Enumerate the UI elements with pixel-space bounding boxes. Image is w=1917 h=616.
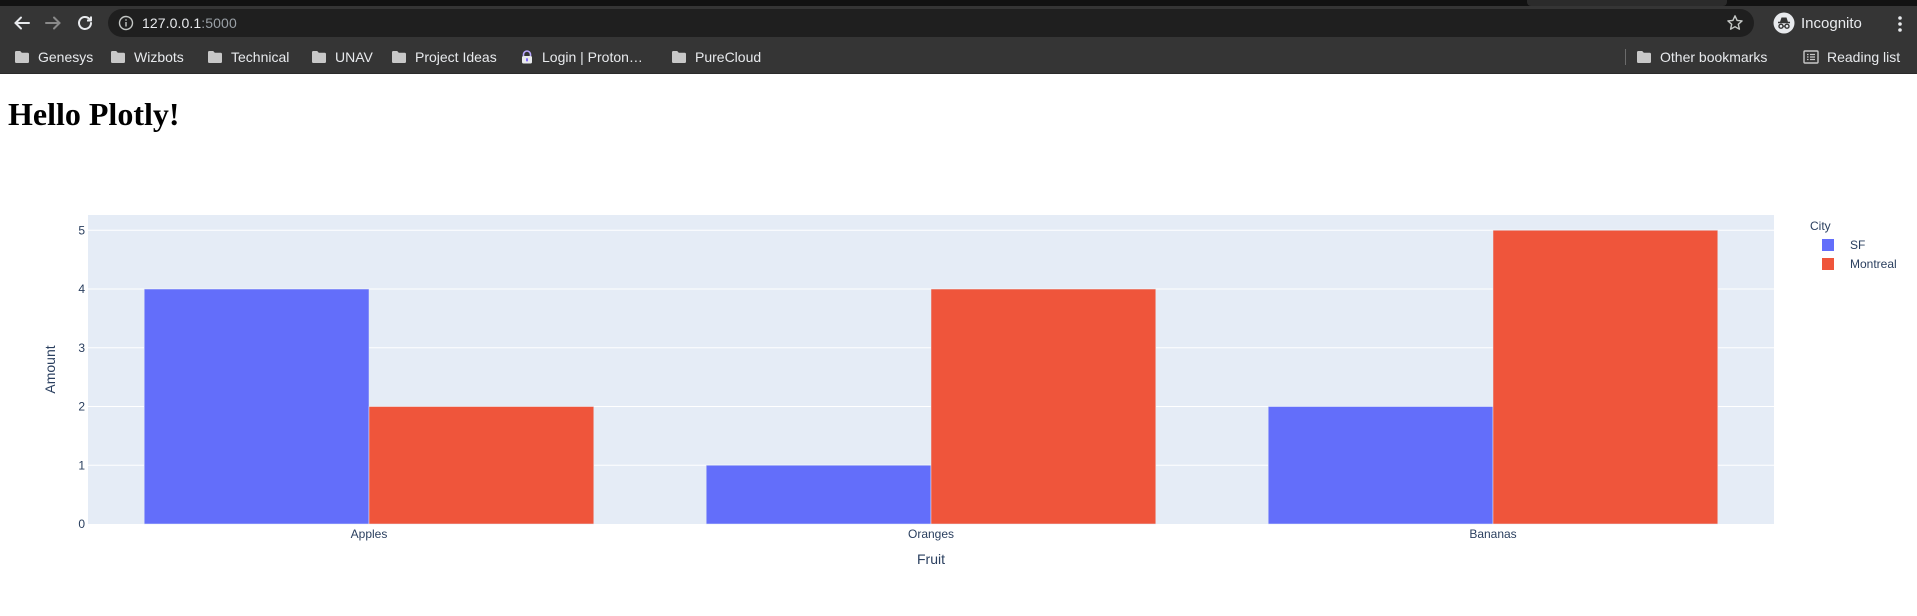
y-tick-label: 2: [78, 400, 85, 414]
bar-montreal-oranges[interactable]: [930, 288, 1157, 525]
bookmark-genesys[interactable]: Genesys: [14, 48, 93, 66]
bookmark-login-proton[interactable]: Login | Proton…: [520, 48, 643, 66]
bar-sf-apples[interactable]: [143, 288, 370, 525]
x-tick-label: Bananas: [1469, 527, 1516, 541]
x-axis-title: Fruit: [917, 551, 945, 567]
folder-icon: [672, 51, 686, 63]
x-tick-label: Apples: [351, 527, 388, 541]
legend-swatch-sf[interactable]: [1822, 239, 1834, 251]
bookmark-label: Project Ideas: [415, 49, 497, 65]
legend-label-montreal[interactable]: Montreal: [1850, 257, 1897, 271]
url-port: :5000: [201, 15, 237, 31]
bookmarks-separator: [1625, 49, 1626, 65]
other-bookmarks[interactable]: Other bookmarks: [1636, 48, 1767, 66]
folder-icon: [111, 51, 125, 63]
y-tick-label: 3: [78, 341, 85, 355]
bar-sf-bananas[interactable]: [1267, 406, 1494, 525]
arrow-left-icon: [14, 16, 30, 30]
url-host: 127.0.0.1: [142, 15, 202, 31]
legend-swatch-montreal[interactable]: [1822, 258, 1834, 270]
folder-icon: [208, 51, 222, 63]
reload-icon: [78, 16, 92, 30]
y-tick-label: 0: [78, 517, 85, 531]
info-icon[interactable]: [118, 15, 134, 31]
y-tick-label: 1: [78, 458, 85, 472]
folder-icon: [392, 51, 406, 63]
arrow-right-icon: [45, 16, 61, 30]
x-tick-label: Oranges: [908, 527, 954, 541]
incognito-icon: [1773, 12, 1795, 34]
bar-chart[interactable]: 012345Apples Oranges Bananas Fruit Amount …: [0, 200, 1917, 580]
proton-lock-icon: [522, 50, 532, 64]
y-axis-title: Amount: [42, 345, 58, 393]
bookmark-label: Technical: [231, 49, 290, 65]
bookmark-unav[interactable]: UNAV: [311, 48, 373, 66]
address-bar[interactable]: 127.0.0.1:5000: [108, 9, 1754, 37]
legend[interactable]: City SF Montreal: [1810, 219, 1897, 271]
bar-sf-oranges[interactable]: [705, 465, 932, 525]
back-button[interactable]: [10, 11, 34, 35]
bookmarks-bar: Genesys Wizbots Technical UNAV Project I…: [0, 40, 1917, 74]
bookmark-technical[interactable]: Technical: [207, 48, 289, 66]
incognito-indicator[interactable]: Incognito: [1773, 10, 1862, 36]
plotly-chart-container: 0 1 2 3 4 5 Apples Oranges Bananas Fruit Amount …: [0, 200, 1917, 580]
bar-montreal-bananas[interactable]: [1492, 230, 1719, 525]
forward-button[interactable]: [41, 11, 65, 35]
url-text[interactable]: 127.0.0.1:5000: [142, 15, 237, 31]
y-tick-label: 5: [78, 223, 85, 237]
bookmark-label: Genesys: [38, 49, 94, 65]
bar-montreal-apples[interactable]: [368, 406, 595, 525]
other-bookmarks-label: Other bookmarks: [1660, 49, 1768, 65]
bookmark-label: UNAV: [335, 49, 373, 65]
reading-list-icon: [1803, 50, 1819, 64]
y-tick-label: 4: [78, 282, 85, 296]
reload-button[interactable]: [73, 11, 97, 35]
bookmark-wizbots[interactable]: Wizbots: [110, 48, 184, 66]
bookmark-purecloud[interactable]: PureCloud: [671, 48, 761, 66]
bookmark-project-ideas[interactable]: Project Ideas: [391, 48, 497, 66]
folder-icon: [312, 51, 326, 63]
bookmark-label: Login | Proton…: [542, 49, 643, 65]
page-title: Hello Plotly!: [8, 96, 180, 132]
bookmark-label: Wizbots: [134, 49, 184, 65]
folder-icon: [1637, 51, 1651, 63]
kebab-menu-icon[interactable]: [1895, 14, 1905, 34]
browser-toolbar: 127.0.0.1:5000 Incognito: [0, 6, 1917, 40]
legend-label-sf[interactable]: SF: [1850, 238, 1865, 252]
reading-list[interactable]: Reading list: [1803, 48, 1900, 66]
reading-list-label: Reading list: [1827, 49, 1901, 65]
legend-title: City: [1810, 219, 1831, 233]
incognito-label: Incognito: [1801, 14, 1862, 32]
star-icon[interactable]: [1726, 14, 1744, 32]
bookmark-label: PureCloud: [695, 49, 762, 65]
folder-icon: [15, 51, 29, 63]
